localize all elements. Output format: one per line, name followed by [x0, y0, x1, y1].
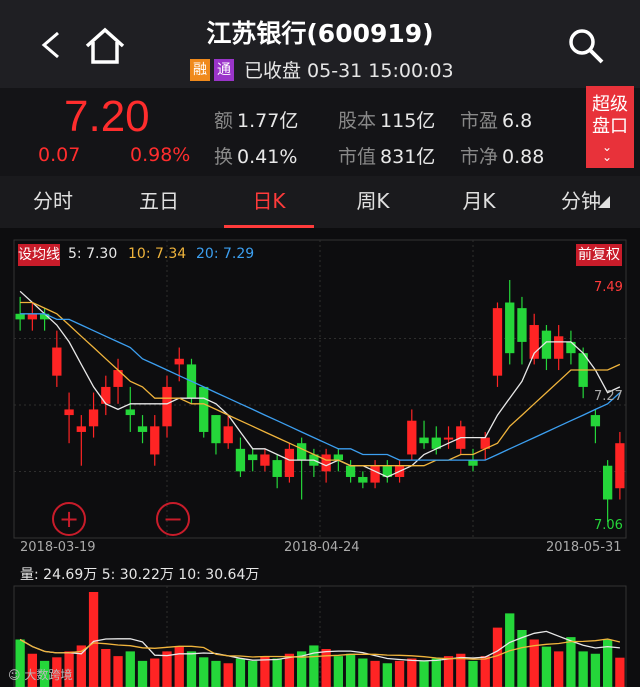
watermark: ☺ 大数跨境 [8, 668, 73, 682]
candle-body [27, 313, 38, 320]
volume-bar [199, 657, 209, 687]
volume-bar [431, 658, 441, 687]
volume-bar [480, 656, 490, 687]
volume-bar [211, 660, 221, 687]
volume-bar [125, 651, 135, 687]
volume-bar [284, 653, 295, 687]
volume-bar [566, 637, 576, 687]
candle-body [88, 409, 99, 427]
candle-body [517, 308, 527, 342]
volume-bar [541, 646, 552, 687]
zoom-in-icon[interactable]: + [52, 502, 86, 536]
candle-body [284, 448, 295, 477]
volume-bar [113, 656, 123, 687]
candle-body [407, 420, 417, 455]
low-price-label: 7.06 [594, 518, 623, 533]
volume-bar [407, 658, 417, 687]
candle-body [333, 454, 344, 461]
volume-bar [235, 658, 246, 687]
ma5-line [19, 290, 621, 478]
volume-bar [590, 653, 601, 687]
volume-bar [492, 627, 503, 687]
candle-body [174, 358, 184, 365]
candle-body [615, 443, 625, 489]
volume-bar [223, 663, 233, 687]
volume-bar [248, 660, 258, 687]
volume-bar [370, 660, 380, 687]
volume-bar [394, 660, 405, 687]
candle-body [199, 386, 209, 432]
volume-bar [137, 660, 148, 687]
zoom-out-icon[interactable]: − [156, 502, 190, 536]
candle-body [345, 465, 356, 477]
volume-bar [443, 656, 454, 687]
candle-body [590, 415, 601, 427]
candle-body [125, 409, 135, 416]
candle-body [235, 448, 246, 472]
volume-bar [468, 660, 478, 687]
candle-body [370, 465, 380, 483]
volume-summary: 量: 24.69万 5: 30.22万 10: 30.64万 [20, 567, 260, 583]
candle-body [602, 465, 613, 500]
candle-body [162, 386, 172, 427]
volume-bar [345, 653, 356, 687]
volume-bar [419, 660, 429, 687]
volume-bar [321, 649, 331, 687]
volume-bar [174, 646, 184, 687]
volume-bar [260, 656, 270, 687]
candle-body [443, 437, 454, 440]
date-start: 2018-03-19 [20, 540, 96, 555]
volume-bar [309, 645, 319, 687]
candle-body [15, 313, 25, 320]
date-end: 2018-05-31 [546, 540, 622, 555]
candle-body [223, 426, 233, 444]
candle-body [101, 386, 111, 404]
candle-body [211, 415, 221, 444]
candle-body [52, 347, 62, 376]
candle-body [76, 426, 86, 432]
high-price-label: 7.49 [594, 280, 623, 295]
candle-body [137, 426, 148, 432]
candle-body [566, 341, 576, 354]
candle-body [260, 454, 270, 466]
candle-body [296, 443, 307, 461]
volume-bar [333, 656, 344, 687]
volume-bar [578, 651, 588, 687]
mid-price-label: 7.27 [594, 389, 623, 404]
candle-body [64, 409, 74, 416]
volume-bar [162, 651, 172, 687]
volume-bar [382, 663, 392, 687]
candle-body [419, 437, 429, 444]
candle-body [358, 476, 368, 483]
candle-body [554, 336, 564, 359]
candle-body [492, 308, 503, 376]
candle-body [248, 454, 258, 461]
volume-bar [101, 649, 111, 687]
volume-bar [554, 651, 564, 687]
volume-bar [88, 592, 99, 687]
candle-body [272, 460, 282, 477]
volume-bar [358, 658, 368, 687]
volume-bar [150, 658, 160, 687]
date-mid: 2018-04-24 [284, 540, 360, 555]
candle-body [150, 426, 160, 455]
candle-body [321, 454, 331, 472]
volume-bar [615, 657, 625, 687]
volume-bar [186, 651, 197, 687]
candle-body [468, 460, 478, 466]
volume-bar [272, 658, 282, 687]
candle-body [505, 302, 515, 354]
